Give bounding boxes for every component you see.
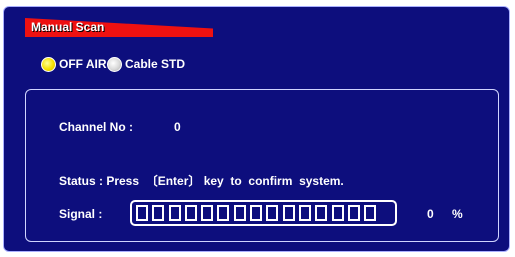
- signal-unit: %: [452, 207, 463, 221]
- radio-label-cable-std: Cable STD: [125, 57, 186, 71]
- signal-segment: [315, 205, 328, 221]
- radio-off-air[interactable]: OFF AIR: [41, 55, 107, 73]
- channel-value: 0: [174, 120, 181, 134]
- radio-label-off-air: OFF AIR: [59, 57, 107, 71]
- page-title: Manual Scan: [31, 20, 105, 34]
- signal-segment: [331, 205, 344, 221]
- signal-meter: [130, 200, 397, 226]
- channel-label: Channel No :: [59, 120, 133, 134]
- signal-segment: [347, 205, 360, 221]
- signal-label: Signal :: [59, 207, 103, 221]
- signal-segment: [266, 205, 279, 221]
- radio-cable-std[interactable]: Cable STD: [107, 55, 185, 73]
- signal-segment: [298, 205, 311, 221]
- signal-segment: [250, 205, 263, 221]
- signal-segment: [217, 205, 230, 221]
- signal-segment: [152, 205, 165, 221]
- signal-segment: [233, 205, 246, 221]
- signal-segment: [184, 205, 197, 221]
- signal-segment: [282, 205, 295, 221]
- signal-segment: [201, 205, 214, 221]
- radio-selected-icon: [41, 56, 56, 72]
- signal-segment: [136, 205, 148, 221]
- signal-segment: [168, 205, 181, 221]
- signal-value: 0: [427, 207, 434, 221]
- status-text: Status : Press 〔Enter〕 key to confirm sy…: [59, 174, 344, 188]
- radio-unselected-icon: [107, 56, 122, 72]
- signal-segment: [364, 205, 377, 221]
